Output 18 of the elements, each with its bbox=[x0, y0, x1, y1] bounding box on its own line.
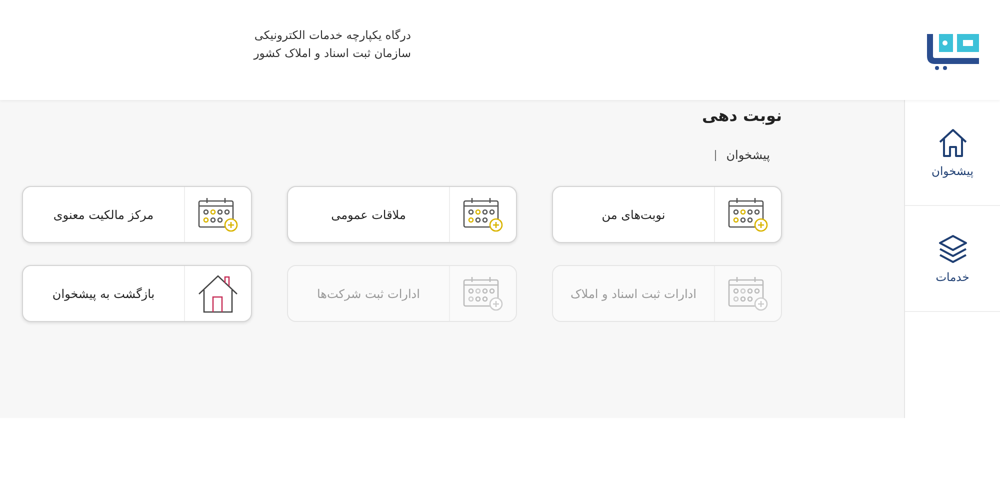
calendar-icon bbox=[727, 196, 769, 232]
home-icon bbox=[938, 128, 968, 158]
sidebar-item[interactable]: خدمات bbox=[905, 206, 1000, 312]
org-title: درگاه یکپارچه خدمات الکترونیکی bbox=[254, 28, 411, 42]
calendar-icon bbox=[462, 196, 504, 232]
calendar-icon bbox=[197, 196, 239, 232]
service-card[interactable]: بازگشت به پیشخوان bbox=[22, 265, 252, 322]
service-card[interactable]: مرکز مالکیت معنوی bbox=[22, 186, 252, 243]
service-card[interactable]: ملاقات عمومی bbox=[287, 186, 517, 243]
sidebar-item[interactable]: پیشخوان bbox=[905, 100, 1000, 206]
calendar-icon bbox=[727, 276, 769, 312]
page-title: نوبت دهی bbox=[700, 106, 782, 127]
layers-icon bbox=[938, 234, 968, 264]
org-title: سازمان ثبت اسناد و املاک کشور bbox=[254, 46, 411, 60]
calendar-icon bbox=[462, 276, 504, 312]
house-icon bbox=[198, 274, 238, 314]
breadcrumb-link[interactable]: پیشخوان bbox=[726, 148, 770, 162]
service-card[interactable]: نوبت‌های من bbox=[552, 186, 782, 243]
